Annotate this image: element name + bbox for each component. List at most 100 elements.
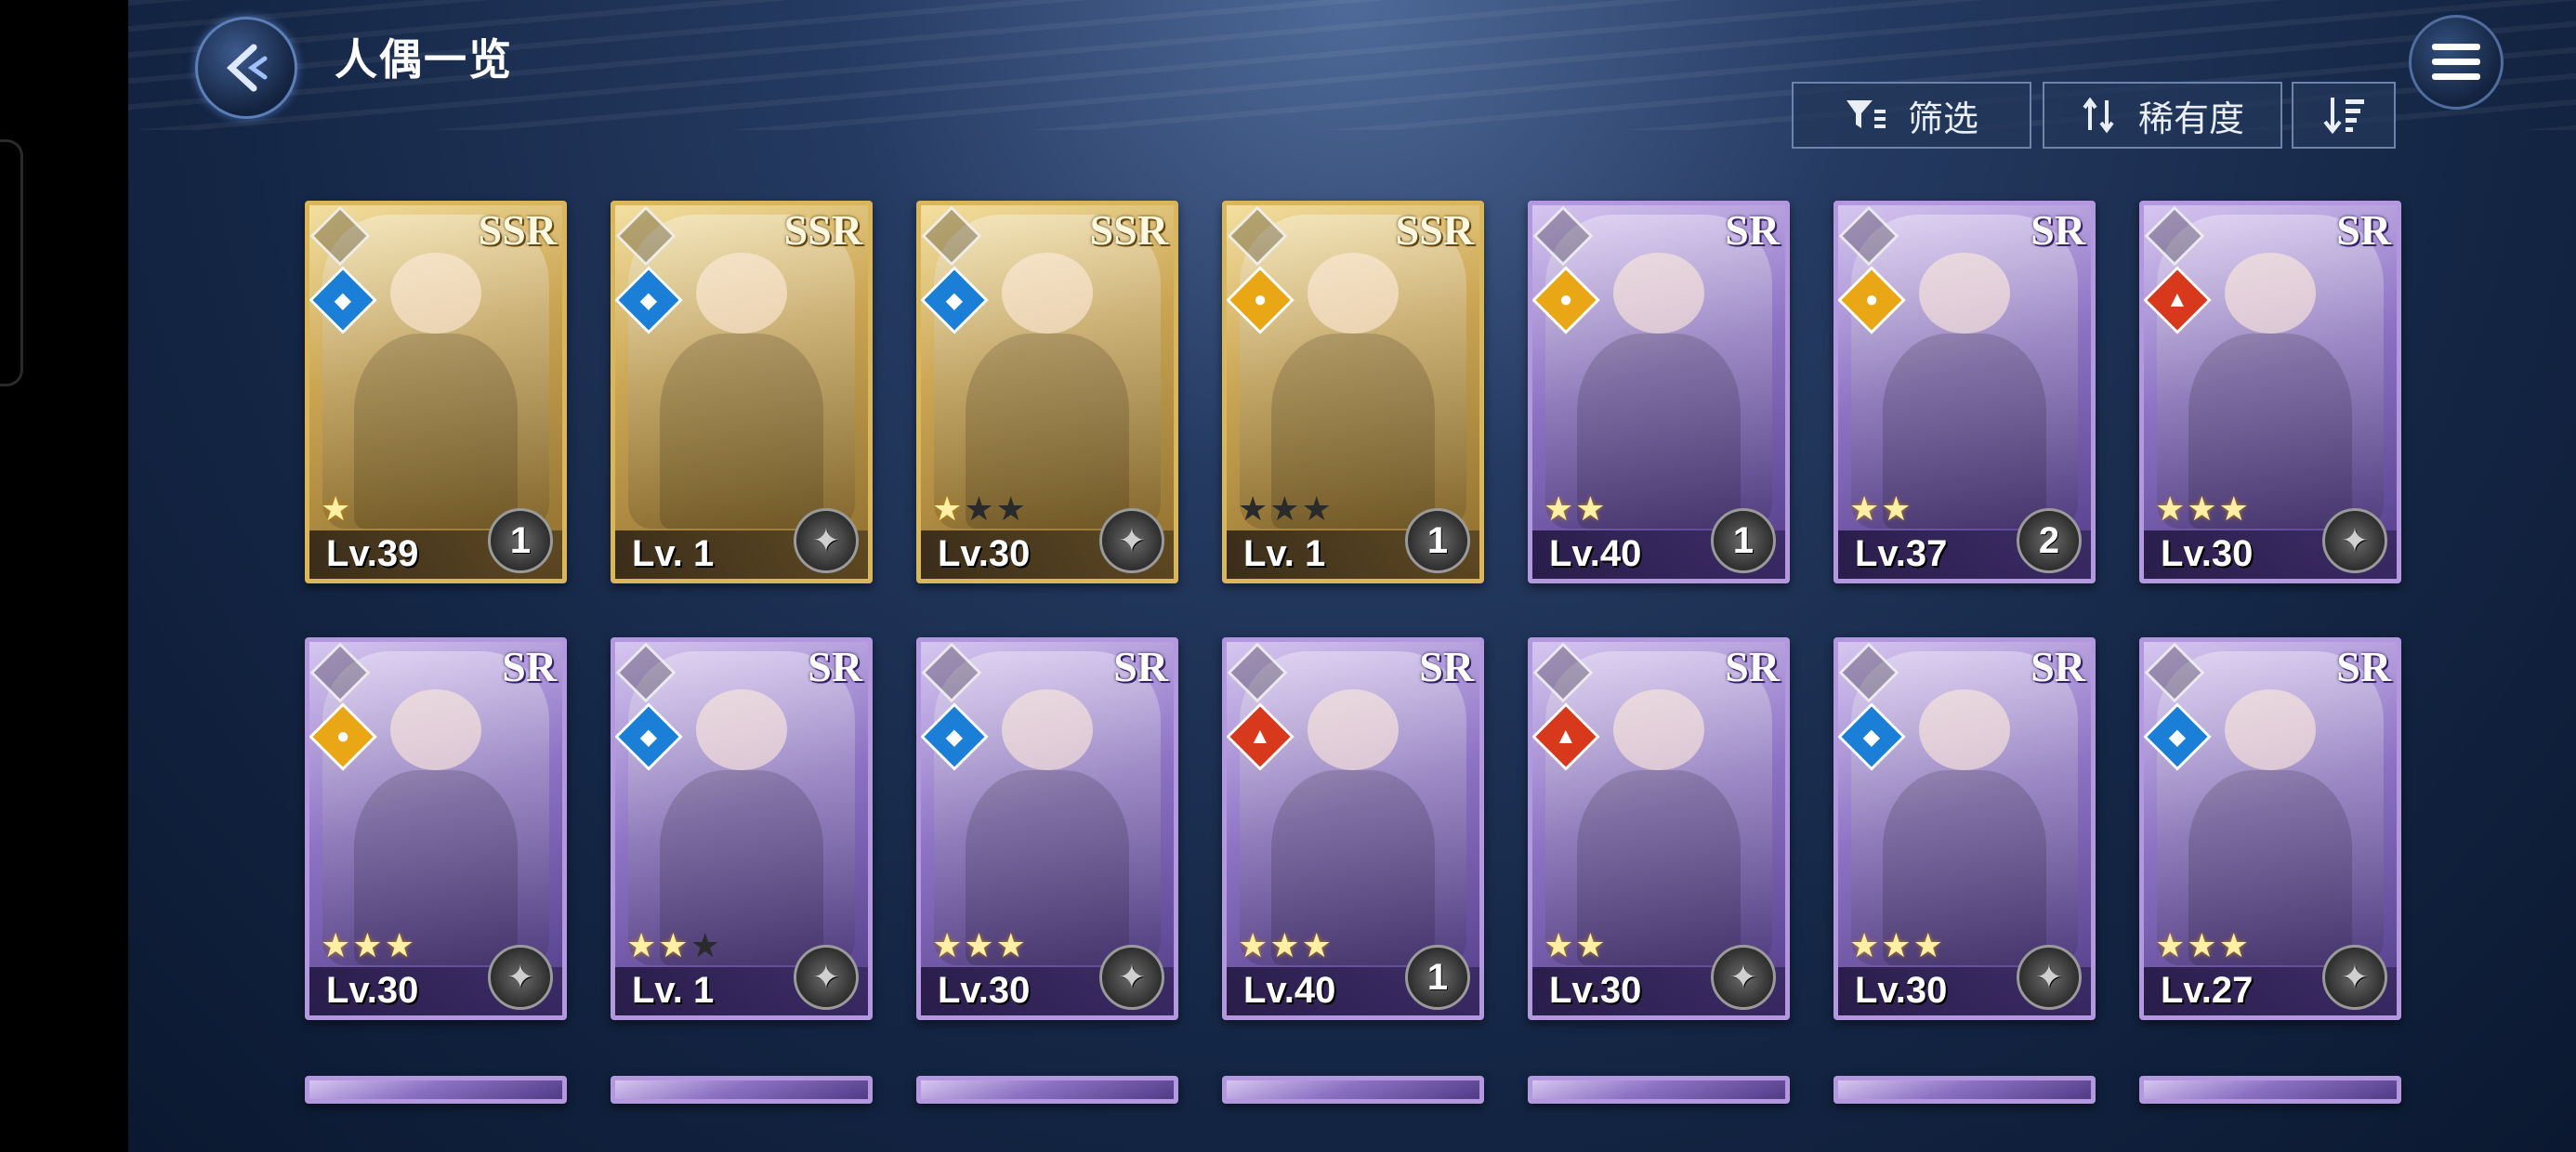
level-label: Lv.40	[1549, 533, 1642, 574]
doll-card[interactable]: SR ● ★★ Lv.37 2	[1833, 201, 2096, 583]
star-icon: ★	[1238, 926, 1270, 964]
sort-swap-icon	[2083, 97, 2114, 134]
doll-card[interactable]: SR ▲ ★★★ Lv.40 1	[1222, 637, 1484, 1020]
rarity-label: SSR	[478, 206, 557, 254]
rarity-label: SR	[808, 643, 862, 690]
level-label: Lv. 1	[632, 970, 715, 1011]
menu-button[interactable]	[2409, 15, 2504, 110]
doll-card-partial[interactable]	[1222, 1076, 1484, 1104]
star-icon: ★	[932, 490, 965, 528]
star-icon: ★	[1881, 926, 1913, 964]
level-label: Lv.30	[2161, 533, 2254, 574]
star-icon: ★	[1849, 926, 1882, 964]
doll-card[interactable]: SSR ◆ ★★★ Lv.30	[916, 201, 1178, 583]
rarity-label: SR	[1725, 643, 1780, 690]
star-icon: ★	[1301, 490, 1334, 528]
bond-emblem-icon: 1	[1711, 508, 1776, 573]
rarity-label: SR	[1419, 643, 1474, 690]
doll-card[interactable]: SSR ◆ ★ Lv.39 1	[305, 201, 567, 583]
doll-card[interactable]: SR ● ★★ Lv.40 1	[1528, 201, 1790, 583]
level-label: Lv.30	[326, 970, 419, 1011]
rarity-label: SR	[502, 643, 557, 690]
bond-emblem-icon	[794, 508, 859, 573]
character-portrait	[1240, 215, 1466, 529]
rarity-label: SR	[1725, 206, 1780, 254]
character-portrait	[934, 651, 1161, 965]
star-icon: ★	[2187, 926, 2219, 964]
bond-emblem-icon	[2322, 508, 2387, 573]
star-rating: ★★★	[932, 926, 1028, 965]
rarity-label: SSR	[783, 206, 862, 254]
level-label: Lv.30	[1855, 970, 1948, 1011]
star-icon: ★	[2155, 490, 2188, 528]
character-portrait	[2157, 651, 2384, 965]
star-icon: ★	[321, 926, 353, 964]
bond-emblem-icon: 1	[1405, 508, 1470, 573]
doll-card[interactable]: SR ◆ ★★★ Lv.30	[916, 637, 1178, 1020]
star-icon: ★	[995, 490, 1028, 528]
bond-emblem-icon	[1099, 945, 1164, 1010]
bond-emblem-icon	[1711, 945, 1776, 1010]
doll-card[interactable]: SR ▲ ★★ Lv.30	[1528, 637, 1790, 1020]
doll-card-partial[interactable]	[2139, 1076, 2401, 1104]
star-rating: ★★★	[321, 926, 416, 965]
character-portrait	[1545, 215, 1772, 529]
star-rating: ★★	[1544, 926, 1608, 965]
doll-card[interactable]: SSR ◆ Lv. 1	[611, 201, 873, 583]
doll-card-partial[interactable]	[305, 1076, 567, 1104]
star-rating: ★★	[1544, 490, 1608, 529]
doll-card[interactable]: SR ◆ ★★★ Lv. 1	[611, 637, 873, 1020]
star-icon: ★	[1881, 490, 1913, 528]
rarity-label: SR	[2031, 206, 2085, 254]
star-icon: ★	[384, 926, 416, 964]
back-arrow-icon	[226, 44, 268, 92]
star-icon: ★	[964, 926, 996, 964]
filter-icon	[1846, 100, 1886, 128]
doll-card[interactable]: SR ▲ ★★★ Lv.30	[2139, 201, 2401, 583]
bond-emblem-icon	[2017, 945, 2082, 1010]
bond-emblem-icon	[794, 945, 859, 1010]
doll-card-partial[interactable]	[1528, 1076, 1790, 1104]
star-icon: ★	[690, 926, 722, 964]
star-icon: ★	[1849, 490, 1882, 528]
sort-rarity-button[interactable]: 稀有度	[2043, 82, 2282, 149]
character-portrait	[628, 215, 855, 529]
level-label: Lv.30	[1549, 970, 1642, 1011]
sort-label: 稀有度	[2137, 99, 2244, 139]
doll-card[interactable]: SR ◆ ★★★ Lv.27	[2139, 637, 2401, 1020]
bond-emblem-icon: 1	[1405, 945, 1470, 1010]
hamburger-menu-icon	[2432, 44, 2480, 80]
rarity-label: SR	[2336, 206, 2391, 254]
doll-card[interactable]: SSR ● ★★★ Lv. 11	[1222, 201, 1484, 583]
level-label: Lv. 1	[632, 533, 715, 574]
rarity-label: SR	[2336, 643, 2391, 690]
filter-label: 筛选	[1907, 99, 1978, 139]
star-icon: ★	[1238, 490, 1270, 528]
star-icon: ★	[1544, 490, 1576, 528]
star-rating: ★★★	[1238, 490, 1334, 529]
star-icon: ★	[2218, 926, 2251, 964]
star-icon: ★	[995, 926, 1028, 964]
device-notch	[0, 139, 23, 386]
doll-card-partial[interactable]	[611, 1076, 873, 1104]
level-label: Lv.39	[326, 533, 419, 574]
doll-card-partial[interactable]	[916, 1076, 1178, 1104]
character-portrait	[2157, 215, 2384, 529]
level-label: Lv.30	[938, 533, 1031, 574]
doll-card-partial[interactable]	[1833, 1076, 2096, 1104]
filter-button[interactable]: 筛选	[1792, 82, 2031, 149]
doll-card[interactable]: SR ◆ ★★★ Lv.30	[1833, 637, 2096, 1020]
bond-emblem-icon: 1	[488, 508, 553, 573]
doll-card[interactable]: SR ● ★★★ Lv.30	[305, 637, 567, 1020]
star-icon: ★	[1912, 926, 1945, 964]
star-rating: ★★	[1849, 490, 1913, 529]
back-button[interactable]	[195, 17, 297, 119]
star-icon: ★	[2187, 490, 2219, 528]
character-portrait	[1545, 651, 1772, 965]
star-icon: ★	[1575, 490, 1608, 528]
level-label: Lv.40	[1243, 970, 1336, 1011]
level-label: Lv.37	[1855, 533, 1948, 574]
bond-emblem-icon	[2322, 945, 2387, 1010]
star-icon: ★	[2218, 490, 2251, 528]
sort-order-button[interactable]	[2292, 82, 2396, 149]
